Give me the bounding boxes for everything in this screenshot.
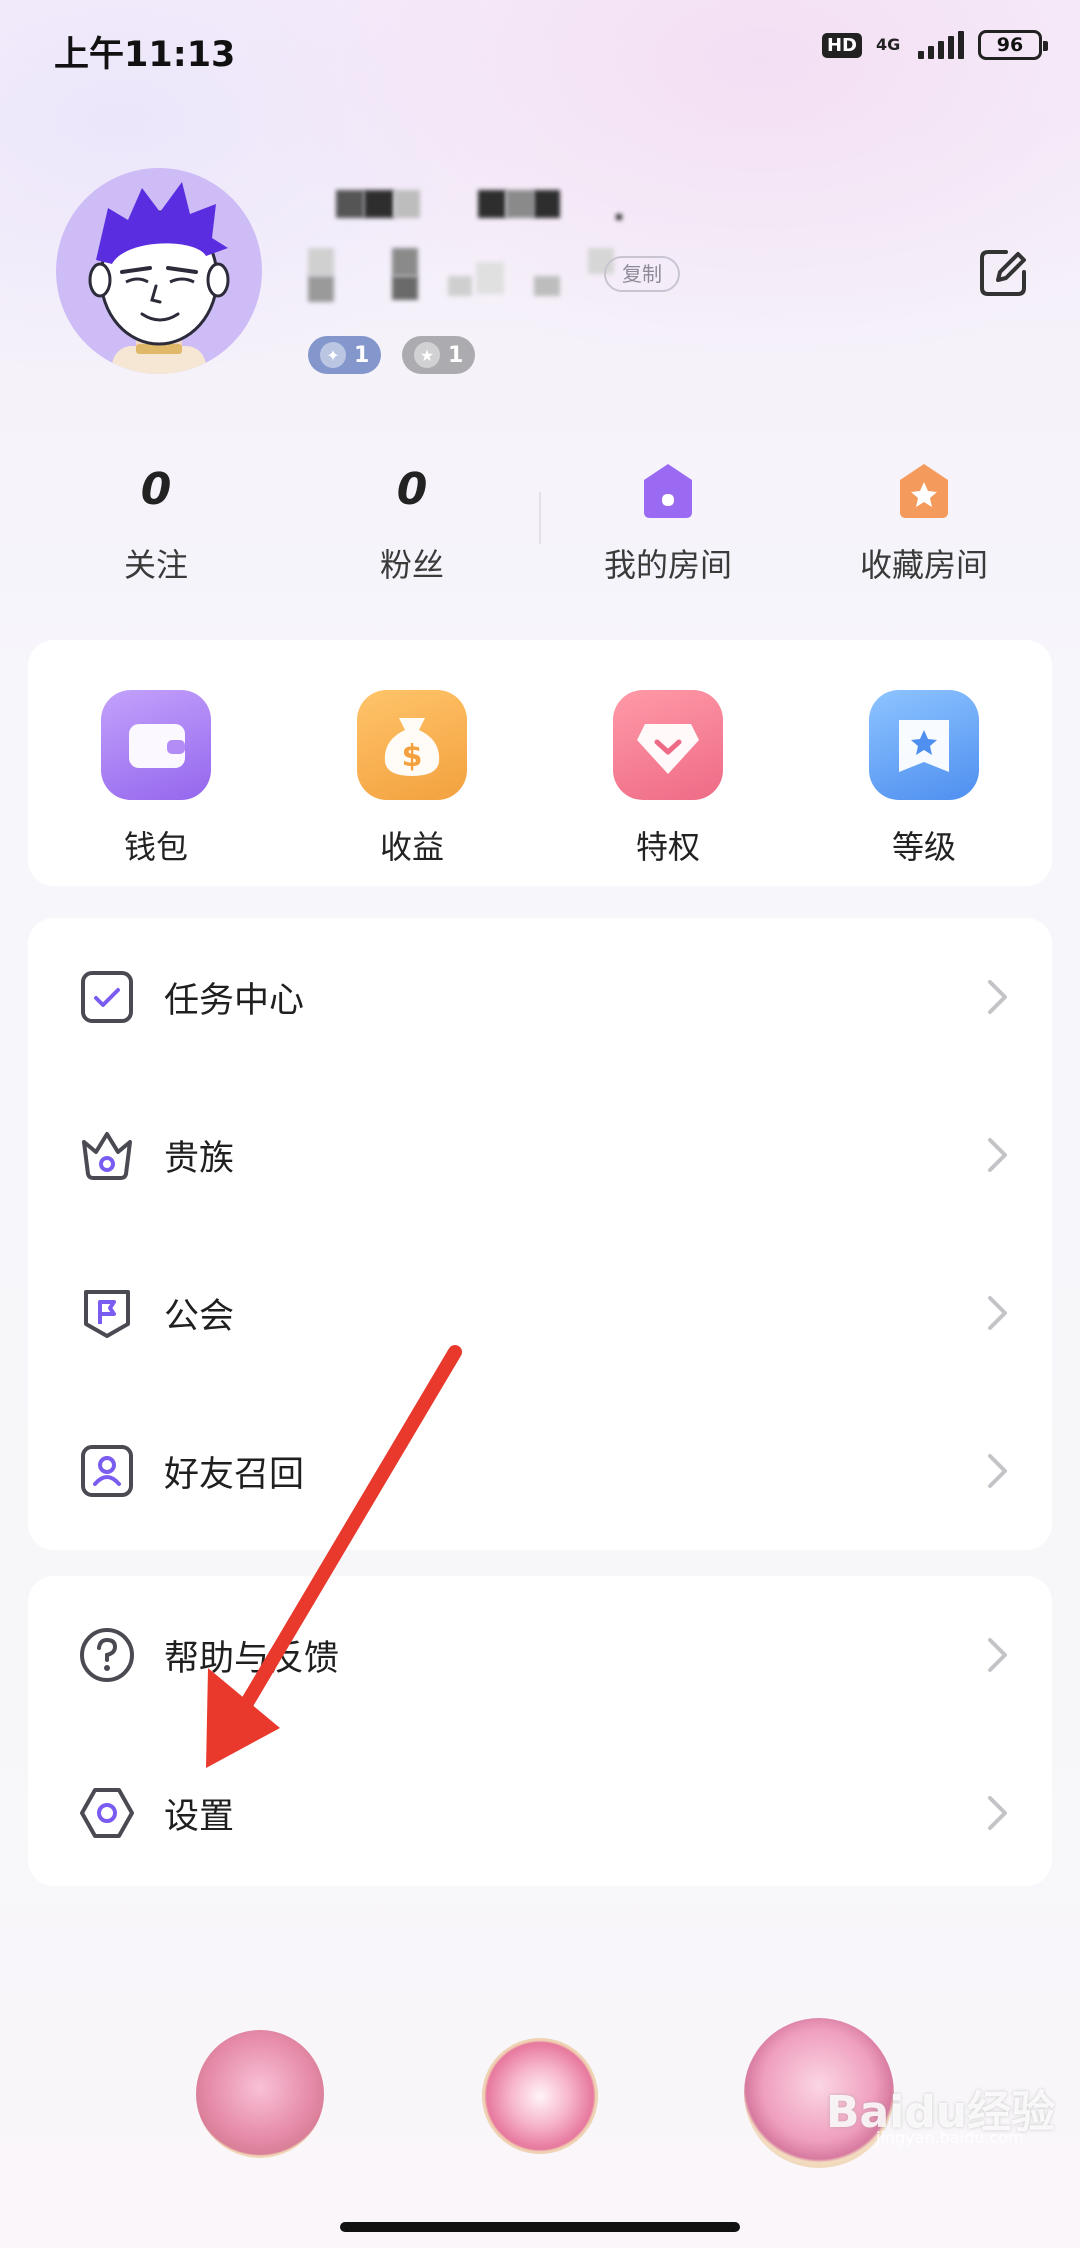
watermark-url: jingyan.baidu.com [876,2128,1024,2147]
home-indicator[interactable] [340,2222,740,2232]
sakura-flower-decoration-icon [482,2038,598,2154]
cherry-tree-decoration-icon [196,2030,324,2158]
annotation-arrow-icon [206,1345,462,1768]
